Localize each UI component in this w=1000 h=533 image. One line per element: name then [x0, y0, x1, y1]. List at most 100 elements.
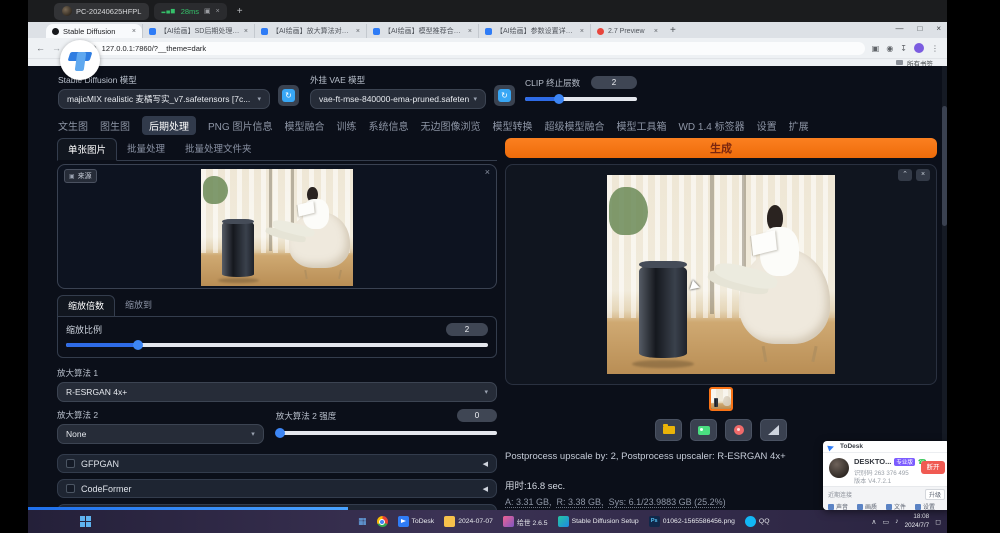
tab-model-converter[interactable]: 模型转换: [492, 118, 532, 133]
refresh-sd-model-button[interactable]: ↻: [278, 85, 299, 106]
chrome-taskbar-icon[interactable]: [377, 516, 388, 527]
tab-train[interactable]: 训练: [336, 118, 356, 133]
tab-close-icon[interactable]: ×: [132, 28, 136, 35]
latency-chip[interactable]: ▂▄▆ 28ms ▣ ×: [154, 3, 226, 20]
taskbar-item-todesk[interactable]: ToDesk: [398, 516, 435, 527]
subtab-single-image[interactable]: 单张图片: [57, 138, 117, 161]
todesk-session-tab[interactable]: PC-20240625HFPL: [54, 3, 149, 20]
refresh-vae-button[interactable]: ↻: [494, 85, 515, 106]
browser-tab[interactable]: 【AI绘画】放大算法对比 - 哔哩哔哩 ×: [254, 24, 366, 38]
tray-volume-icon[interactable]: ♪: [895, 518, 899, 525]
tool-files[interactable]: 文件: [886, 502, 906, 510]
taskbar-clock[interactable]: 18:08 2024/7/7: [905, 513, 930, 530]
tab-extras[interactable]: 后期处理: [142, 116, 196, 135]
tray-expand-icon[interactable]: ∧: [871, 518, 876, 526]
taskbar-item-sd-setup[interactable]: Stable Diffusion Setup: [558, 516, 639, 527]
disconnect-button[interactable]: 断开: [921, 461, 945, 474]
panel-collapse-button[interactable]: ⌃: [898, 169, 912, 181]
account-icon[interactable]: ◉: [886, 44, 893, 53]
tab-checkpoint-merger[interactable]: 模型融合: [284, 118, 324, 133]
clear-image-icon[interactable]: ×: [485, 167, 490, 177]
notifications-icon[interactable]: ◻: [935, 518, 941, 526]
tab-close-icon[interactable]: ×: [580, 28, 584, 35]
tab-close-icon[interactable]: ×: [356, 28, 360, 35]
browser-tab[interactable]: 【AI绘画】模型推荐合集 - 哔哩哔哩 ×: [366, 24, 478, 38]
tab-png-info[interactable]: PNG 图片信息: [208, 118, 272, 133]
tab-scale-by[interactable]: 缩放倍数: [57, 295, 115, 317]
tab-img2img[interactable]: 图生图: [100, 118, 130, 133]
tab-wd-tagger[interactable]: WD 1.4 标签器: [678, 118, 744, 133]
tray-network-icon[interactable]: ▭: [883, 518, 890, 526]
tab-scale-to[interactable]: 缩放到: [115, 295, 162, 316]
gfpgan-checkbox[interactable]: [66, 459, 75, 468]
save-image-button[interactable]: [690, 419, 717, 441]
accordion-codeformer[interactable]: CodeFormer ◀: [57, 479, 497, 498]
browser-tab[interactable]: 【AI绘画】SD后期处理教程 - 哔哩哔哩 ×: [142, 24, 254, 38]
tab-super-merger[interactable]: 超级模型融合: [544, 118, 604, 133]
open-folder-button[interactable]: [655, 419, 682, 441]
vae-select[interactable]: vae-ft-mse-840000-ema-pruned.safetensors…: [310, 89, 486, 109]
taskbar-item-png[interactable]: Ps 01062-1565586456.png: [649, 516, 735, 527]
video-favicon: [373, 28, 380, 35]
generate-button[interactable]: 生成: [505, 138, 937, 158]
tab-close-icon[interactable]: ×: [244, 28, 248, 35]
sd-model-select[interactable]: majicMIX realistic 麦橘写实_v7.safetensors […: [58, 89, 270, 109]
close-button[interactable]: ×: [936, 24, 941, 33]
monitor-icon[interactable]: ▣: [204, 7, 211, 15]
taskbar-item-launcher[interactable]: 绘世 2.6.5: [503, 516, 548, 527]
download-icon[interactable]: ↧: [900, 44, 907, 53]
tab-extensions[interactable]: 扩展: [789, 118, 809, 133]
tab-close-icon[interactable]: ×: [654, 28, 658, 35]
start-button[interactable]: [80, 516, 91, 527]
source-image[interactable]: [201, 169, 353, 286]
browser-tab-active[interactable]: Stable Diffusion ×: [46, 24, 142, 38]
upscaler2-strength-value[interactable]: 0: [457, 409, 497, 422]
collapse-icon[interactable]: ◀: [483, 485, 488, 493]
address-bar[interactable]: ◎ 127.0.0.1:7860/?__theme=dark: [83, 42, 865, 55]
subtab-batch-folder[interactable]: 批量处理文件夹: [175, 138, 262, 160]
upscaler2-strength-slider[interactable]: [276, 431, 497, 435]
tool-quality[interactable]: 画质: [857, 502, 877, 510]
tab-close-icon[interactable]: ×: [468, 28, 472, 35]
taskbar-item-qq[interactable]: QQ: [745, 516, 770, 527]
tool-settings[interactable]: 设置: [915, 502, 935, 510]
task-view-icon[interactable]: ▦: [358, 516, 367, 527]
scale-ratio-slider[interactable]: [66, 343, 488, 347]
menu-dots-icon[interactable]: ⋮: [931, 44, 939, 53]
panel-close-button[interactable]: ×: [916, 169, 930, 181]
profile-avatar[interactable]: [914, 43, 924, 53]
tab-image-browser[interactable]: 无边图像浏览: [420, 118, 480, 133]
new-tab-button[interactable]: +: [670, 25, 676, 36]
tool-sound[interactable]: 声音: [828, 502, 848, 510]
upscaler2-select[interactable]: None ▾: [57, 424, 264, 444]
clip-skip-slider[interactable]: [525, 97, 637, 101]
tab-model-toolkit[interactable]: 模型工具箱: [616, 118, 666, 133]
codeformer-checkbox[interactable]: [66, 484, 75, 493]
tab-txt2img[interactable]: 文生图: [58, 118, 88, 133]
browser-tab[interactable]: 【AI绘画】参数设置详解 - 哔哩哔哩 ×: [478, 24, 590, 38]
send-to-inpaint-button[interactable]: [725, 419, 752, 441]
upgrade-button[interactable]: 升级: [925, 489, 945, 500]
thumbnail-selected[interactable]: [709, 387, 733, 411]
browser-tab[interactable]: 2.7 Preview ×: [590, 24, 664, 38]
accordion-gfpgan[interactable]: GFPGAN ◀: [57, 454, 497, 473]
subtab-batch-process[interactable]: 批量处理: [117, 138, 175, 160]
upscaler1-select[interactable]: R-ESRGAN 4x+ ▾: [57, 382, 497, 402]
forward-icon[interactable]: →: [52, 43, 61, 53]
output-image[interactable]: [607, 175, 835, 374]
extensions-icon[interactable]: ▣: [872, 44, 880, 53]
session-close-icon[interactable]: ×: [216, 8, 220, 15]
tab-system-info[interactable]: 系统信息: [368, 118, 408, 133]
collapse-icon[interactable]: ◀: [483, 460, 488, 468]
maximize-button[interactable]: □: [917, 24, 922, 33]
back-icon[interactable]: ←: [36, 43, 45, 53]
photoshop-icon: Ps: [649, 516, 660, 527]
tab-settings[interactable]: 设置: [757, 118, 777, 133]
taskbar-item-folder[interactable]: 2024-07-07: [444, 516, 493, 527]
send-to-extras-button[interactable]: [760, 419, 787, 441]
clip-skip-value[interactable]: 2: [591, 76, 637, 89]
minimize-button[interactable]: —: [895, 24, 903, 33]
scale-ratio-value[interactable]: 2: [446, 323, 488, 336]
new-session-button[interactable]: +: [237, 6, 243, 17]
source-image-dropzone[interactable]: ▣ 来源 ×: [57, 164, 497, 289]
